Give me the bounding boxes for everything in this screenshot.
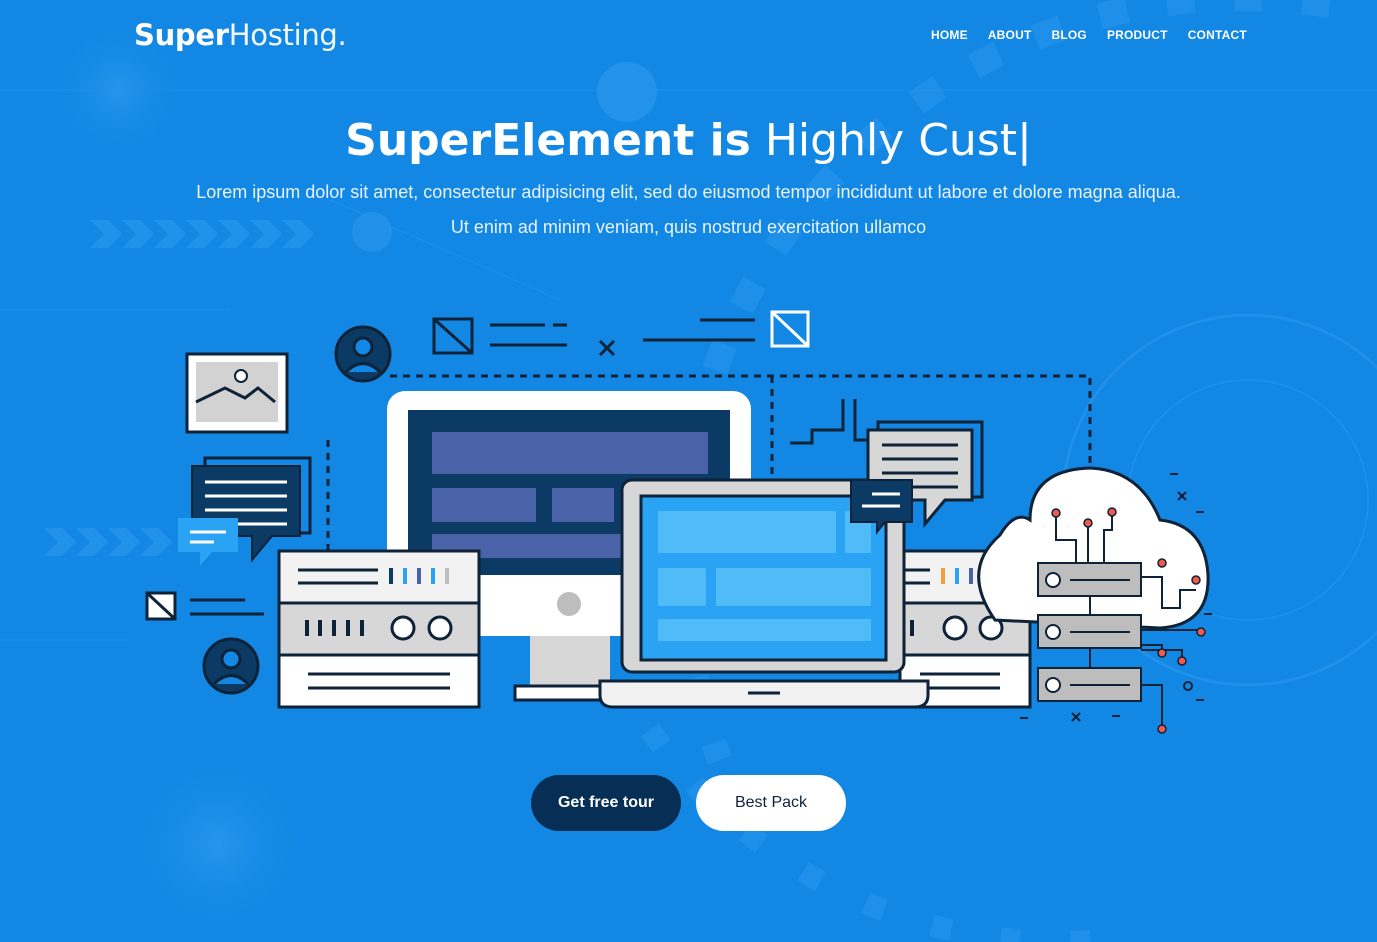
- hero-title-bold: SuperElement is: [345, 115, 751, 166]
- image-placeholder-icon-white: [770, 310, 810, 348]
- nav-about[interactable]: ABOUT: [988, 28, 1032, 42]
- nav-home[interactable]: HOME: [931, 28, 968, 42]
- logo-light-text: Hosting.: [228, 18, 347, 52]
- logo-bold-text: Super: [134, 18, 229, 52]
- best-pack-button[interactable]: Best Pack: [696, 775, 846, 831]
- get-free-tour-button[interactable]: Get free tour: [531, 775, 681, 831]
- hosting-illustration: [145, 310, 1212, 734]
- photo-frame-icon: [185, 352, 289, 434]
- image-placeholder-icon: [432, 317, 474, 355]
- nav-contact[interactable]: CONTACT: [1188, 28, 1247, 42]
- main-nav: HOME ABOUT BLOG PRODUCT CONTACT: [931, 28, 1267, 42]
- nav-product[interactable]: PRODUCT: [1107, 28, 1168, 42]
- site-logo[interactable]: SuperHosting.: [134, 18, 347, 52]
- hero-subtitle-line1: Lorem ipsum dolor sit amet, consectetur …: [196, 182, 1181, 202]
- avatar-icon: [334, 325, 392, 383]
- hero-title-typed: Highly Cust|: [750, 115, 1032, 166]
- hero-title: SuperElement is Highly Cust|: [0, 112, 1377, 170]
- avatar-icon-bottom: [202, 637, 260, 695]
- hero-subtitle-line2: Ut enim ad minim veniam, quis nostrud ex…: [450, 217, 927, 237]
- nav-blog[interactable]: BLOG: [1051, 28, 1086, 42]
